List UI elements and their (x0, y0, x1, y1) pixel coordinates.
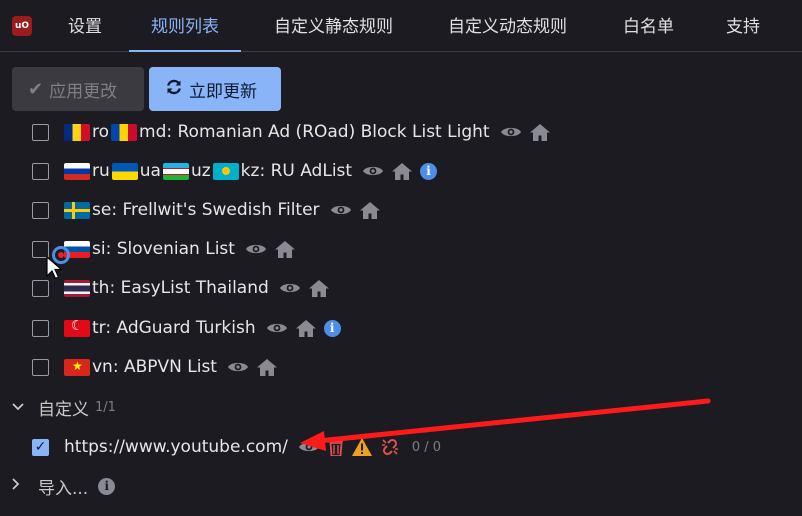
filter-row-th: th: EasyList Thailand (32, 274, 337, 302)
filter-label: ru (92, 161, 110, 181)
filter-label: tr: AdGuard Turkish (92, 318, 256, 338)
turkey-flag-icon (64, 319, 90, 337)
uzbekistan-flag-icon (162, 162, 189, 180)
custom-section-count: 1/1 (95, 399, 116, 415)
tab-whitelist[interactable]: 白名单 (623, 0, 674, 51)
filter-label: md: Romanian Ad (ROad) Block List Light (139, 122, 490, 142)
filter-label: th: EasyList Thailand (92, 278, 269, 298)
filter-label: uz (190, 161, 211, 181)
vietnam-flag-icon (64, 358, 90, 376)
russia-flag-icon (64, 162, 90, 180)
update-now-button[interactable]: 立即更新 (149, 67, 281, 111)
filter-row-vn: vn: ABPVN List (32, 353, 285, 381)
eye-icon[interactable] (266, 321, 288, 335)
eye-icon[interactable] (330, 203, 352, 217)
warning-icon[interactable] (351, 438, 372, 456)
custom-entry-row: ✓ https://www.youtube.com/ 0 / 0 (32, 433, 441, 461)
filter-label: vn: ABPVN List (92, 357, 217, 377)
filter-label: ro (92, 122, 110, 142)
home-icon[interactable] (295, 319, 316, 337)
info-icon[interactable]: i (420, 162, 438, 180)
filter-label: se: Frellwit's Swedish Filter (92, 200, 320, 220)
info-icon[interactable]: i (323, 319, 341, 337)
custom-entry-url: https://www.youtube.com/ (64, 437, 288, 457)
sweden-flag-icon (64, 201, 90, 219)
apply-changes-button[interactable]: ✔ 应用更改 (12, 67, 144, 111)
tab-my-rules[interactable]: 自定义动态规则 (448, 0, 567, 51)
kazakhstan-flag-icon (212, 162, 239, 180)
filter-checkbox[interactable] (32, 123, 49, 141)
import-section-header[interactable]: 导入... i (12, 474, 116, 499)
chevron-down-icon (12, 399, 28, 415)
tab-support[interactable]: 支持 (726, 0, 760, 51)
eye-icon[interactable] (298, 440, 320, 454)
filter-checkbox[interactable] (32, 319, 49, 337)
apply-changes-label: 应用更改 (49, 81, 118, 102)
update-now-label: 立即更新 (189, 81, 257, 102)
eye-icon[interactable] (245, 242, 267, 256)
custom-entry-stats: 0 / 0 (411, 439, 442, 455)
filter-row-si: si: Slovenian List (32, 235, 303, 263)
info-icon[interactable]: i (98, 477, 116, 495)
custom-section-header[interactable]: 自定义 1/1 (12, 395, 116, 420)
eye-icon[interactable] (279, 281, 301, 295)
ublock-logo-icon[interactable]: uO (12, 16, 32, 36)
home-icon[interactable] (392, 162, 413, 180)
eye-icon[interactable] (500, 125, 522, 139)
moldova-flag-icon (111, 123, 138, 141)
tab-filter-lists[interactable]: 规则列表 (129, 0, 241, 52)
filter-row-ro: ro md: Romanian Ad (ROad) Block List Lig… (32, 118, 558, 146)
chevron-right-icon (12, 478, 28, 494)
eye-icon[interactable] (362, 164, 384, 178)
filter-checkbox[interactable] (32, 240, 49, 258)
home-icon[interactable] (274, 240, 295, 258)
logo-text: uO (14, 21, 30, 31)
home-icon[interactable] (359, 201, 380, 219)
filter-checkbox[interactable] (32, 358, 49, 376)
custom-entry-checkbox[interactable]: ✓ (32, 438, 49, 456)
tab-settings[interactable]: 设置 (68, 0, 102, 51)
mouse-cursor-icon (46, 256, 62, 280)
trash-icon[interactable] (328, 438, 344, 456)
filter-row-tr: tr: AdGuard Turkish i (32, 314, 349, 342)
filter-row-ru: ru ua uz kz: RU AdList i (32, 157, 445, 185)
home-icon[interactable] (529, 123, 550, 141)
eye-icon[interactable] (227, 360, 249, 374)
home-icon[interactable] (308, 279, 329, 297)
romania-flag-icon (64, 123, 90, 141)
ukraine-flag-icon (111, 162, 138, 180)
import-section-title: 导入... (38, 478, 89, 499)
filter-label: kz: RU AdList (240, 161, 353, 181)
filter-checkbox[interactable] (32, 279, 49, 297)
tab-my-filters[interactable]: 自定义静态规则 (274, 0, 393, 51)
home-icon[interactable] (256, 358, 277, 376)
checkmark-icon: ✔ (28, 78, 44, 100)
filter-checkbox[interactable] (32, 201, 49, 219)
broken-link-icon[interactable] (380, 437, 400, 457)
thailand-flag-icon (64, 279, 90, 297)
filter-label: ua (139, 161, 161, 181)
filter-label: si: Slovenian List (92, 239, 235, 259)
filter-checkbox[interactable] (32, 162, 49, 180)
custom-section-title: 自定义 (38, 399, 89, 420)
filter-row-se: se: Frellwit's Swedish Filter (32, 196, 388, 224)
tab-bar: uO 设置 规则列表 自定义静态规则 自定义动态规则 白名单 支持 (0, 0, 802, 52)
refresh-icon (165, 78, 183, 101)
